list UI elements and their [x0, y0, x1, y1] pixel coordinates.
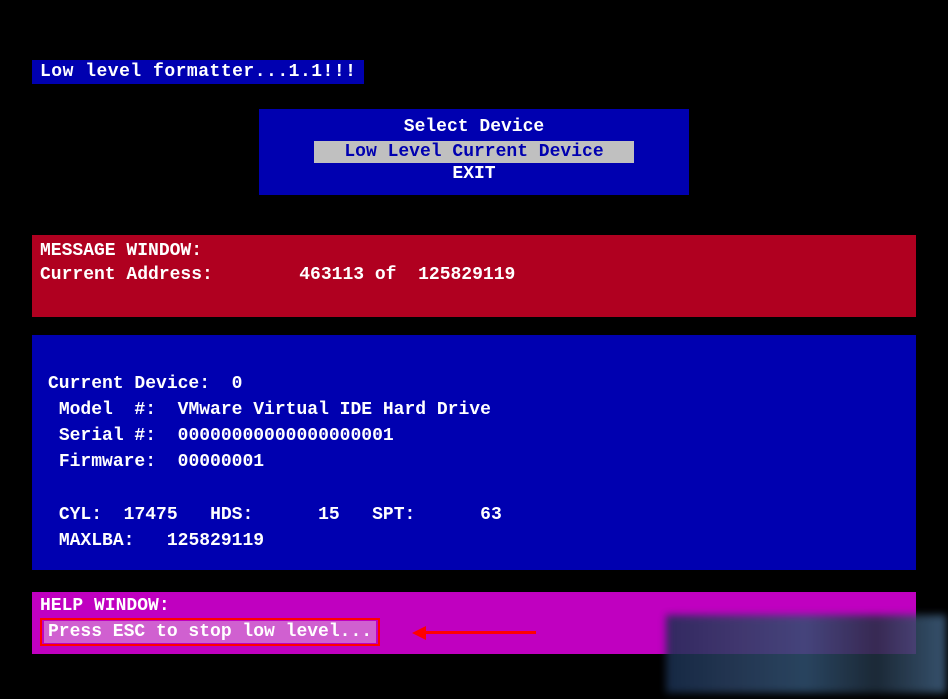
current-address-line: Current Address: 463113 of 125829119 — [40, 265, 908, 285]
model-line: Model #: VMware Virtual IDE Hard Drive — [59, 400, 491, 420]
arrow-left-icon — [412, 626, 426, 640]
obscured-watermark — [666, 615, 946, 693]
device-info-window: Current Device: 0 Model #: VMware Virtua… — [32, 335, 916, 570]
firmware-line: Firmware: 00000001 — [59, 452, 264, 472]
annotation-arrow — [412, 626, 536, 640]
maxlba-line: MAXLBA: 125829119 — [59, 531, 264, 551]
current-device-line: Current Device: 0 — [48, 374, 242, 394]
help-message-highlight: Press ESC to stop low level... — [40, 618, 380, 646]
device-menu: Select Device Low Level Current Device E… — [259, 109, 689, 195]
message-window-label: MESSAGE WINDOW: — [40, 241, 908, 261]
geometry-line: CYL: 17475 HDS: 15 SPT: 63 — [59, 505, 502, 525]
menu-heading: Select Device — [259, 117, 689, 137]
arrow-shaft — [426, 631, 536, 634]
app-title: Low level formatter...1.1!!! — [32, 60, 364, 84]
help-message: Press ESC to stop low level... — [44, 621, 376, 643]
menu-item-low-level[interactable]: Low Level Current Device — [314, 141, 634, 163]
message-window: MESSAGE WINDOW: Current Address: 463113 … — [32, 235, 916, 317]
serial-line: Serial #: 00000000000000000001 — [59, 426, 394, 446]
help-window-label: HELP WINDOW: — [40, 596, 908, 616]
menu-item-exit[interactable]: EXIT — [259, 163, 689, 185]
